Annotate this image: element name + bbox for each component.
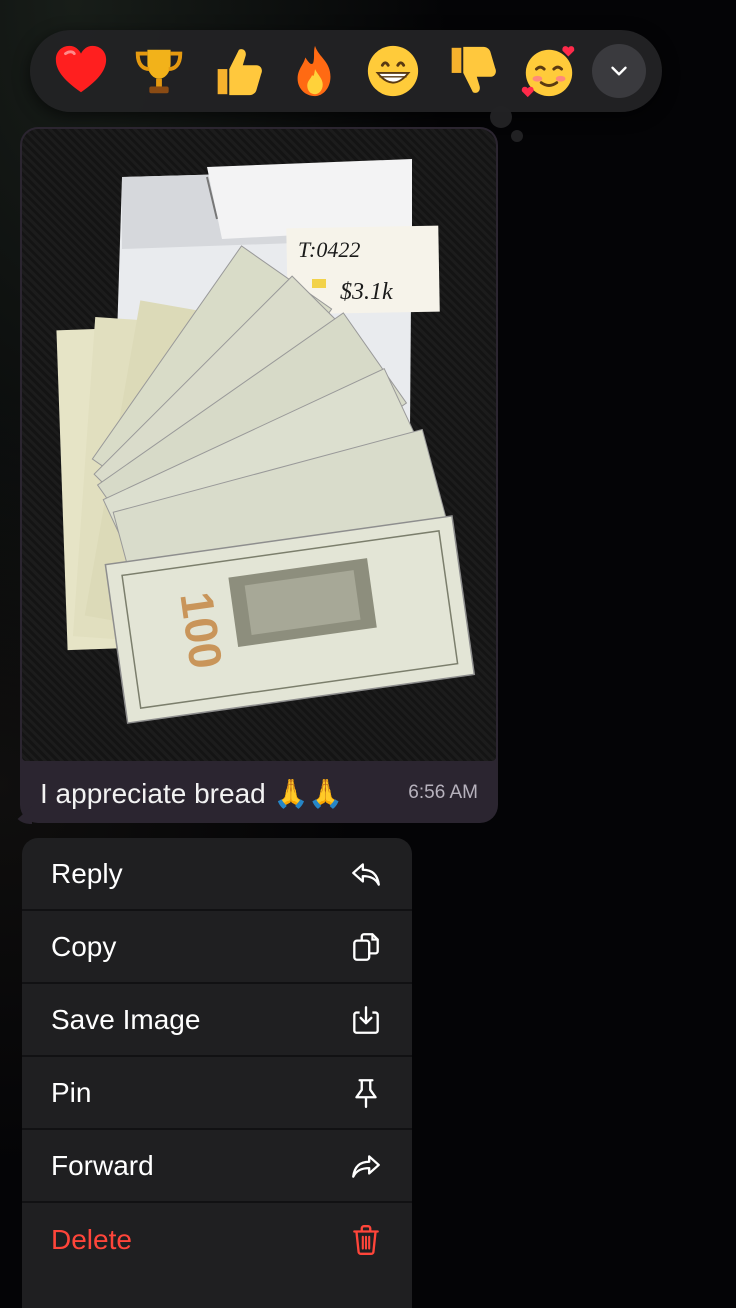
menu-item-delete[interactable]: Delete bbox=[22, 1203, 412, 1276]
menu-item-label: Delete bbox=[51, 1223, 132, 1255]
grinning-face-icon bbox=[367, 45, 419, 97]
save-image-icon bbox=[348, 1002, 384, 1038]
menu-item-label: Reply bbox=[51, 857, 123, 889]
reaction-bar-tail-small bbox=[511, 130, 523, 142]
cash-envelope-image: T:0422 $3.1k 100 bbox=[56, 159, 476, 724]
menu-item-copy[interactable]: Copy bbox=[22, 911, 412, 984]
reaction-thumbs-down[interactable] bbox=[432, 32, 510, 110]
trash-icon bbox=[348, 1222, 384, 1258]
menu-item-save-image[interactable]: Save Image bbox=[22, 984, 412, 1057]
menu-item-reply[interactable]: Reply bbox=[22, 838, 412, 911]
message-bubble[interactable]: T:0422 $3.1k 100 I appreciate bread 🙏🙏 6… bbox=[20, 127, 498, 823]
reaction-trophy[interactable] bbox=[120, 32, 198, 110]
reaction-grinning-face[interactable] bbox=[354, 32, 432, 110]
message-time: 6:56 AM bbox=[408, 782, 478, 803]
reaction-bar-tail bbox=[490, 106, 512, 128]
context-menu: Reply Copy Save Image Pin Forward Delete bbox=[22, 838, 412, 1308]
reaction-thumbs-up[interactable] bbox=[198, 32, 276, 110]
thumbs-up-icon bbox=[217, 49, 262, 96]
pin-icon bbox=[348, 1075, 384, 1111]
reply-icon bbox=[348, 856, 384, 892]
reaction-smiling-face-with-hearts[interactable] bbox=[510, 32, 588, 110]
menu-item-label: Pin bbox=[51, 1076, 92, 1108]
fire-icon bbox=[297, 45, 331, 97]
message-caption: I appreciate bread 🙏🙏 bbox=[40, 777, 344, 809]
forward-icon bbox=[348, 1148, 384, 1184]
copy-icon bbox=[348, 929, 384, 965]
menu-item-label: Save Image bbox=[51, 1003, 201, 1035]
expand-reactions-button[interactable] bbox=[592, 44, 646, 98]
reaction-heart[interactable] bbox=[42, 32, 120, 110]
note-line-2: $3.1k bbox=[340, 279, 393, 305]
chevron-down-icon bbox=[611, 66, 627, 76]
chat-screen: T:0422 $3.1k 100 I appreciate bread 🙏🙏 6… bbox=[0, 0, 736, 1308]
trophy-icon bbox=[135, 49, 183, 94]
smiling-face-with-hearts-icon bbox=[521, 46, 575, 98]
note-line-1: T:0422 bbox=[298, 237, 360, 262]
message-photo[interactable]: T:0422 $3.1k 100 bbox=[22, 129, 496, 761]
heart-icon bbox=[55, 45, 107, 93]
bill-denomination: 100 bbox=[170, 589, 232, 672]
thumbs-down-icon bbox=[451, 46, 496, 93]
menu-item-pin[interactable]: Pin bbox=[22, 1057, 412, 1130]
reaction-fire[interactable] bbox=[276, 32, 354, 110]
caption-row: I appreciate bread 🙏🙏 6:56 AM bbox=[20, 763, 498, 823]
menu-item-label: Copy bbox=[51, 930, 117, 962]
menu-item-forward[interactable]: Forward bbox=[22, 1130, 412, 1203]
menu-item-label: Forward bbox=[51, 1149, 154, 1181]
reaction-bar bbox=[30, 30, 662, 112]
